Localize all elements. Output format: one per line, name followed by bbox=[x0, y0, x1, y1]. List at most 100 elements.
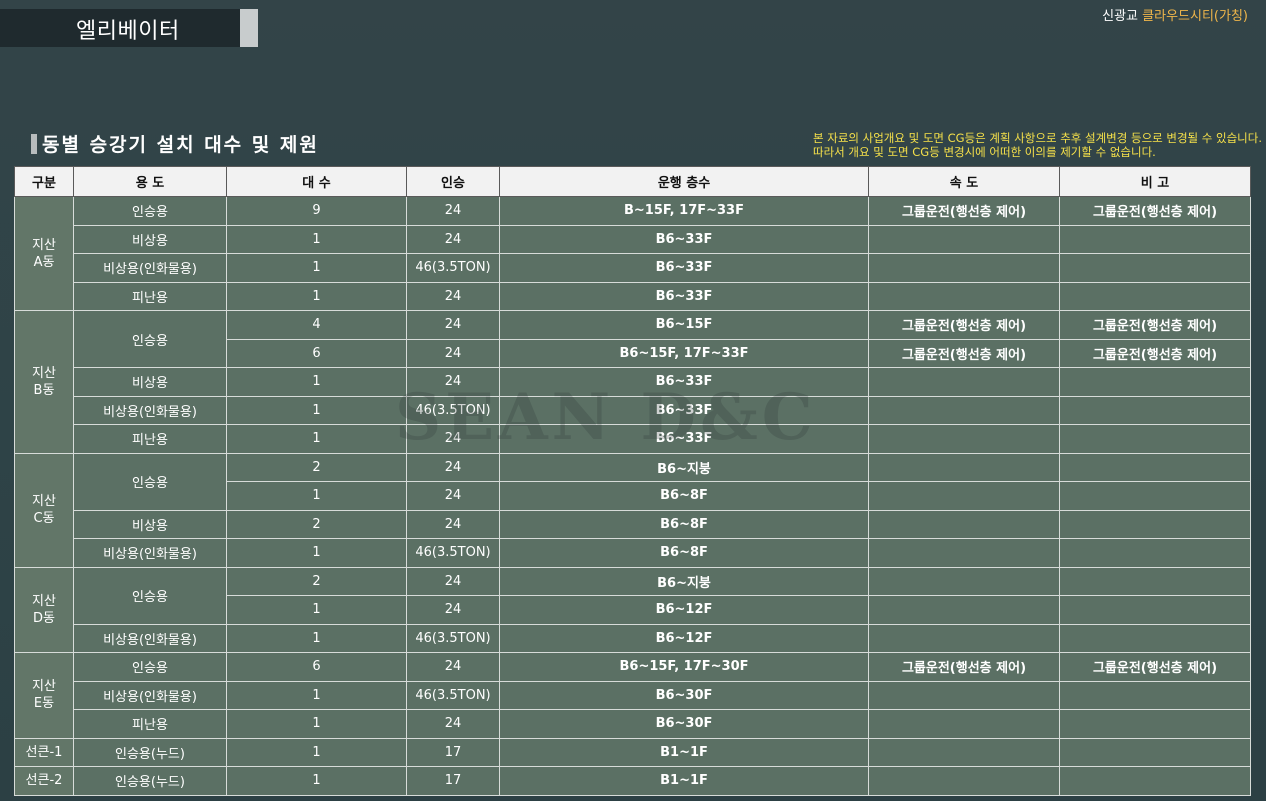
cell-capacity: 24 bbox=[406, 281, 500, 311]
cell-capacity: 46(3.5TON) bbox=[406, 680, 500, 710]
cell-note bbox=[1059, 509, 1251, 539]
cell-speed bbox=[868, 737, 1060, 767]
table-row: 지산 A동 인승용 9 24 B~15F, 17F~33F 그룹운전(행선층 제어) 그룹운전… bbox=[14, 196, 1251, 311]
cell-floors: B6~8F bbox=[499, 509, 869, 539]
header-count: 대 수 bbox=[226, 166, 407, 197]
cell-note bbox=[1059, 281, 1251, 311]
building-label: 지산 E동 bbox=[14, 652, 74, 739]
cell-note bbox=[1059, 680, 1251, 710]
cell-note bbox=[1059, 224, 1251, 254]
cell-speed bbox=[868, 509, 1060, 539]
cell-count: 1 bbox=[226, 737, 407, 767]
cell-count: 2 bbox=[226, 452, 407, 482]
cell-floors: B1~1F bbox=[499, 766, 869, 796]
cell-note: 그룹운전(행선층 제어) bbox=[1059, 338, 1251, 368]
building-label-line: 지산 bbox=[32, 494, 56, 509]
cell-speed bbox=[868, 766, 1060, 796]
cell-capacity: 24 bbox=[406, 424, 500, 454]
header-division: 구분 bbox=[14, 166, 74, 197]
cell-floors: B6~지붕 bbox=[499, 566, 869, 596]
table-row: 비상용 2 24 B6~8F bbox=[15, 509, 1251, 539]
table-row: 지산 E동 인승용 6 24 B6~15F, 17F~30F 그룹운전(행선층 제어) 그룹운… bbox=[14, 652, 1251, 739]
building-label-line: 지산 bbox=[32, 593, 56, 609]
building-label: 지산 A동 bbox=[14, 196, 74, 311]
building-label-line: D동 bbox=[33, 610, 55, 626]
cell-count: 1 bbox=[226, 281, 407, 311]
cell-floors: B6~지붕 bbox=[499, 452, 869, 482]
cell-count: 1 bbox=[226, 395, 407, 425]
cell-speed bbox=[868, 680, 1060, 710]
building-label-line: A동 bbox=[33, 254, 55, 270]
cell-use: 인승용 bbox=[73, 566, 227, 625]
cell-floors: B6~33F bbox=[499, 424, 869, 454]
table-row: 지산 D동 인승용 2 24 B6~지붕 bbox=[14, 566, 1251, 653]
cell-capacity: 46(3.5TON) bbox=[406, 623, 500, 653]
cell-use: 인승용 bbox=[73, 652, 227, 682]
cell-note bbox=[1059, 595, 1251, 625]
cell-floors: B6~30F bbox=[499, 709, 869, 739]
cell-use: 인승용(누드) bbox=[73, 737, 227, 767]
cell-use: 피난용 bbox=[73, 709, 227, 739]
cell-floors: B1~1F bbox=[499, 737, 869, 767]
table-row: 비상용(인화물용) 1 46(3.5TON) B6~8F bbox=[15, 538, 1251, 568]
header-note: 비 고 bbox=[1059, 166, 1251, 197]
building-label-line: 지산 bbox=[32, 237, 56, 253]
cell-note bbox=[1059, 766, 1251, 796]
cell-capacity: 46(3.5TON) bbox=[406, 253, 500, 283]
table-row: 피난용 1 24 B6~33F bbox=[15, 424, 1251, 454]
cell-note bbox=[1059, 424, 1251, 454]
building-label-line: E동 bbox=[33, 696, 55, 712]
cell-capacity: 24 bbox=[406, 709, 500, 739]
cell-capacity: 24 bbox=[406, 310, 500, 340]
cell-floors: B6~33F bbox=[499, 253, 869, 283]
building-label-line: 지산 bbox=[32, 679, 56, 695]
brand-place: 신광교 bbox=[1102, 9, 1139, 24]
cell-count: 1 bbox=[226, 538, 407, 568]
cell-count: 1 bbox=[226, 680, 407, 710]
cell-count: 1 bbox=[226, 709, 407, 739]
cell-capacity: 24 bbox=[406, 509, 500, 539]
cell-note bbox=[1059, 709, 1251, 739]
table-row: 비상용(인화물용) 1 46(3.5TON) B6~33F bbox=[15, 253, 1251, 283]
cell-use: 비상용 bbox=[73, 224, 227, 254]
table-row: 피난용 1 24 B6~30F bbox=[15, 709, 1251, 739]
cell-floors: B6~12F bbox=[499, 595, 869, 625]
cell-note bbox=[1059, 367, 1251, 397]
cell-speed: 그룹운전(행선층 제어) bbox=[868, 196, 1060, 226]
cell-note: 그룹운전(행선층 제어) bbox=[1059, 652, 1251, 682]
cell-capacity: 24 bbox=[406, 338, 500, 368]
cell-count: 1 bbox=[226, 481, 407, 511]
cell-count: 1 bbox=[226, 623, 407, 653]
cell-floors: B6~33F bbox=[499, 367, 869, 397]
cell-use: 인승용 bbox=[73, 310, 227, 368]
cell-capacity: 24 bbox=[406, 196, 500, 226]
cell-use: 비상용 bbox=[73, 367, 227, 397]
table-row: 비상용(인화물용) 1 46(3.5TON) B6~12F bbox=[15, 623, 1251, 653]
cell-capacity: 24 bbox=[406, 224, 500, 254]
table-row: 비상용(인화물용) 1 46(3.5TON) B6~30F bbox=[15, 680, 1251, 710]
cell-count: 6 bbox=[226, 652, 407, 682]
cell-note: 그룹운전(행선층 제어) bbox=[1059, 196, 1251, 226]
cell-note bbox=[1059, 253, 1251, 283]
cell-note bbox=[1059, 737, 1251, 767]
title-accent bbox=[240, 9, 258, 47]
header-speed: 속 도 bbox=[868, 166, 1060, 197]
notice-line-1: 본 자료의 사업개요 및 도면 CG등은 계획 사항으로 추후 설계변경 등으로… bbox=[813, 131, 1262, 145]
section-title-text: 동별 승강기 설치 대수 및 제원 bbox=[42, 134, 319, 156]
building-label: 선큰-1 bbox=[14, 737, 74, 767]
brand-name: 클라우드시티(가칭) bbox=[1142, 9, 1248, 24]
cell-use: 피난용 bbox=[73, 281, 227, 311]
cell-floors: B6~15F, 17F~33F bbox=[499, 338, 869, 368]
cell-use: 인승용 bbox=[73, 196, 227, 226]
cell-capacity: 24 bbox=[406, 367, 500, 397]
building-label: 선큰-2 bbox=[14, 766, 74, 796]
cell-speed bbox=[868, 452, 1060, 482]
page-title: 엘리베이터 bbox=[76, 19, 180, 44]
cell-note: 그룹운전(행선층 제어) bbox=[1059, 310, 1251, 340]
cell-speed: 그룹운전(행선층 제어) bbox=[868, 310, 1060, 340]
page-title-bar: 엘리베이터 bbox=[0, 9, 240, 47]
cell-capacity: 17 bbox=[406, 766, 500, 796]
cell-capacity: 24 bbox=[406, 595, 500, 625]
cell-use: 비상용 bbox=[73, 509, 227, 539]
cell-floors: B6~8F bbox=[499, 481, 869, 511]
